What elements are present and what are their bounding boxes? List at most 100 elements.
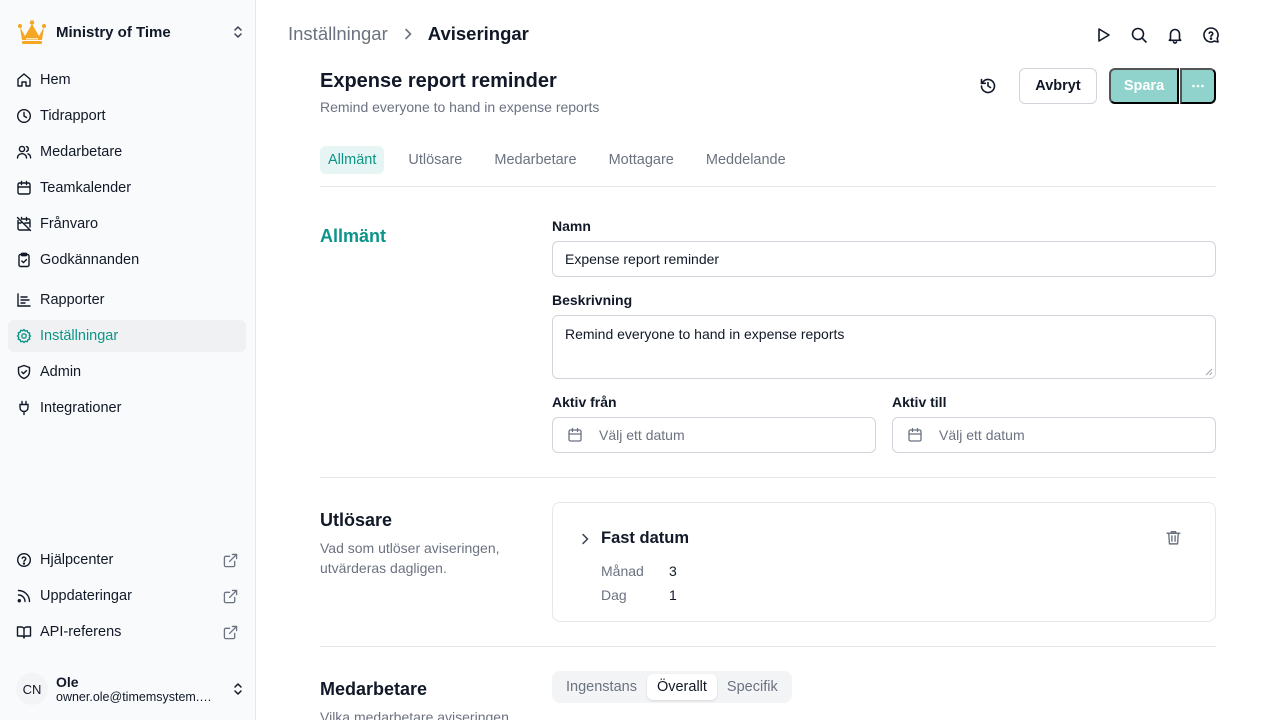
scope-option-overallt[interactable]: Överallt bbox=[646, 674, 717, 700]
clipboard-check-icon bbox=[18, 252, 30, 268]
chevrons-up-down-icon[interactable] bbox=[230, 24, 246, 40]
tab-meddelande[interactable]: Meddelande bbox=[698, 146, 794, 174]
sidebar-item-integrationer[interactable]: Integrationer bbox=[8, 392, 246, 424]
rss-icon bbox=[17, 589, 31, 603]
user-menu[interactable]: CN Ole owner.ole@timemsystem.com bbox=[16, 670, 246, 708]
tab-utlosare[interactable]: Utlösare bbox=[400, 146, 470, 174]
page-title: Expense report reminder bbox=[320, 70, 557, 92]
external-link-icon bbox=[223, 625, 238, 639]
name-input[interactable]: Expense report reminder bbox=[552, 241, 1216, 277]
help-circle-icon bbox=[16, 552, 32, 568]
user-meta: Ole owner.ole@timemsystem.com bbox=[56, 674, 230, 704]
description-textarea[interactable]: Remind everyone to hand in expense repor… bbox=[552, 315, 1216, 379]
scope-option-ingenstans[interactable]: Ingenstans bbox=[556, 674, 647, 700]
breadcrumb-current: Aviseringar bbox=[427, 23, 529, 44]
trigger-card: Fast datum Månad 3 Dag 1 bbox=[552, 502, 1216, 622]
user-email: owner.ole@timemsystem.com bbox=[56, 690, 214, 704]
sidebar-item-label: Tidrapport bbox=[40, 108, 106, 124]
sidebar-link-uppdateringar[interactable]: Uppdateringar bbox=[8, 580, 246, 612]
sidebar-item-label: Teamkalender bbox=[40, 180, 132, 196]
sidebar-link-api-referens[interactable]: API-referens bbox=[8, 616, 246, 648]
active-from-label: Aktiv från bbox=[552, 394, 617, 410]
month-value: 3 bbox=[669, 563, 677, 579]
sidebar-link-label: API-referens bbox=[40, 624, 122, 640]
search-icon[interactable] bbox=[1130, 26, 1148, 44]
chevrons-up-down-icon[interactable] bbox=[230, 681, 246, 697]
active-from-placeholder: Välj ett datum bbox=[599, 427, 685, 443]
bell-icon[interactable] bbox=[1166, 26, 1184, 44]
org-name: Ministry of Time bbox=[56, 23, 171, 41]
calendar-icon bbox=[17, 180, 31, 195]
active-to-label: Aktiv till bbox=[892, 394, 947, 410]
sidebar-item-label: Integrationer bbox=[40, 400, 122, 416]
sidebar-link-label: Hjälpcenter bbox=[40, 552, 114, 568]
day-value: 1 bbox=[669, 587, 677, 603]
save-button[interactable]: Spara bbox=[1109, 68, 1179, 104]
section-desc-trigger: Vad som utlöser aviseringen, utvärderas … bbox=[320, 540, 500, 576]
calendar-icon bbox=[568, 427, 582, 442]
sidebar-item-medarbetare[interactable]: Medarbetare bbox=[8, 136, 246, 168]
page-subtitle: Remind everyone to hand in expense repor… bbox=[320, 99, 600, 115]
month-label: Månad bbox=[601, 563, 644, 579]
employees-scope-segmented: Ingenstans Överallt Specifik bbox=[552, 671, 792, 703]
active-to-placeholder: Välj ett datum bbox=[939, 427, 1025, 443]
external-link-icon bbox=[223, 553, 238, 567]
name-label: Namn bbox=[552, 218, 591, 234]
home-icon bbox=[17, 73, 31, 87]
sidebar-item-installningar[interactable]: Inställningar bbox=[8, 320, 246, 352]
sidebar-item-admin[interactable]: Admin bbox=[8, 356, 246, 388]
section-divider bbox=[320, 646, 1216, 647]
org-switcher[interactable]: Ministry of Time bbox=[16, 16, 246, 48]
tab-mottagare[interactable]: Mottagare bbox=[601, 146, 682, 174]
chart-icon bbox=[17, 293, 31, 307]
day-label: Dag bbox=[601, 587, 627, 603]
sidebar-item-godkannanden[interactable]: Godkännanden bbox=[8, 244, 246, 276]
shield-check-icon bbox=[17, 364, 31, 380]
sidebar: Ministry of Time Hem Tidrapport Medarbet… bbox=[0, 0, 256, 720]
sidebar-item-label: Admin bbox=[40, 364, 82, 380]
trigger-card-title[interactable]: Fast datum bbox=[601, 529, 689, 548]
user-name: Ole bbox=[56, 674, 79, 690]
tab-medarbetare[interactable]: Medarbetare bbox=[486, 146, 584, 174]
tabs-divider bbox=[320, 186, 1216, 187]
calendar-off-icon bbox=[16, 216, 32, 232]
description-label: Beskrivning bbox=[552, 292, 633, 308]
tab-bar: Allmänt Utlösare Medarbetare Mottagare M… bbox=[320, 146, 794, 174]
chevron-right-icon bbox=[404, 28, 412, 40]
sidebar-item-tidrapport[interactable]: Tidrapport bbox=[8, 100, 246, 132]
resize-grip-icon[interactable] bbox=[1205, 368, 1213, 376]
sidebar-item-teamkalender[interactable]: Teamkalender bbox=[8, 172, 246, 204]
chevron-right-icon[interactable] bbox=[577, 531, 593, 547]
plug-icon bbox=[19, 400, 29, 416]
sidebar-item-label: Rapporter bbox=[40, 292, 105, 308]
crown-logo-icon bbox=[18, 20, 46, 44]
help-chat-icon[interactable] bbox=[1202, 26, 1220, 44]
active-from-datepicker[interactable]: Välj ett datum bbox=[552, 417, 876, 453]
sidebar-item-label: Hem bbox=[40, 72, 71, 88]
tab-allmant[interactable]: Allmänt bbox=[320, 146, 385, 174]
history-icon[interactable] bbox=[979, 77, 997, 95]
cancel-button[interactable]: Avbryt bbox=[1019, 68, 1097, 104]
sidebar-item-rapporter[interactable]: Rapporter bbox=[8, 284, 246, 316]
section-title-employees: Medarbetare bbox=[320, 679, 428, 699]
section-title-trigger: Utlösare bbox=[320, 510, 393, 530]
sidebar-link-hjalpcenter[interactable]: Hjälpcenter bbox=[8, 544, 246, 576]
sidebar-item-hem[interactable]: Hem bbox=[8, 64, 246, 96]
breadcrumb-parent[interactable]: Inställningar bbox=[288, 23, 388, 45]
sidebar-item-label: Godkännanden bbox=[40, 252, 140, 268]
top-actions bbox=[1094, 26, 1220, 44]
external-link-icon bbox=[223, 589, 238, 603]
sidebar-item-label: Frånvaro bbox=[40, 216, 99, 232]
active-to-datepicker[interactable]: Välj ett datum bbox=[892, 417, 1216, 453]
description-value: Remind everyone to hand in expense repor… bbox=[565, 326, 845, 342]
trash-icon[interactable] bbox=[1165, 529, 1182, 546]
more-options-button[interactable] bbox=[1180, 68, 1216, 104]
play-icon[interactable] bbox=[1094, 26, 1112, 44]
users-icon bbox=[16, 145, 32, 159]
sidebar-item-franvaro[interactable]: Frånvaro bbox=[8, 208, 246, 240]
gear-icon bbox=[16, 328, 32, 344]
avatar: CN bbox=[16, 673, 48, 705]
scope-option-specifik[interactable]: Specifik bbox=[717, 674, 788, 700]
sidebar-item-label: Medarbetare bbox=[40, 144, 123, 160]
clock-icon bbox=[16, 108, 32, 124]
